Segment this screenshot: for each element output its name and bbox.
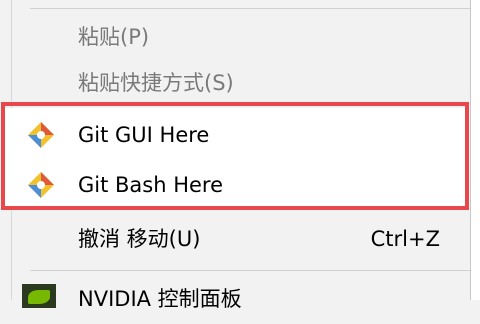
- context-menu: 粘贴(P) 粘贴快捷方式(S) Git GUI Here Git Bash He…: [0, 0, 480, 311]
- git-gui-icon: [28, 122, 54, 148]
- menu-item-undo-move[interactable]: 撤消 移动(U) Ctrl+Z: [0, 214, 470, 264]
- menu-separator: [30, 270, 470, 271]
- menu-item-git-gui[interactable]: Git GUI Here: [0, 110, 470, 160]
- menu-item-git-bash[interactable]: Git Bash Here: [0, 160, 470, 210]
- menu-item-paste-shortcut[interactable]: 粘贴快捷方式(S): [0, 58, 470, 108]
- menu-outer-area: [471, 0, 480, 300]
- menu-item-shortcut: Ctrl+Z: [370, 227, 440, 251]
- git-bash-icon: [28, 172, 54, 198]
- menu-item-nvidia-control-panel[interactable]: NVIDIA 控制面板: [0, 274, 470, 324]
- menu-right-border: [470, 0, 471, 300]
- menu-item-label: 粘贴(P): [78, 25, 150, 49]
- nvidia-icon: [22, 284, 56, 308]
- menu-item-label: 撤消 移动(U): [78, 227, 201, 251]
- menu-item-label: Git Bash Here: [78, 173, 224, 197]
- menu-item-label: Git GUI Here: [78, 123, 210, 147]
- menu-item-label: 粘贴快捷方式(S): [78, 71, 234, 95]
- menu-item-label: NVIDIA 控制面板: [78, 287, 242, 311]
- menu-item-paste[interactable]: 粘贴(P): [0, 12, 470, 62]
- menu-separator: [30, 8, 470, 9]
